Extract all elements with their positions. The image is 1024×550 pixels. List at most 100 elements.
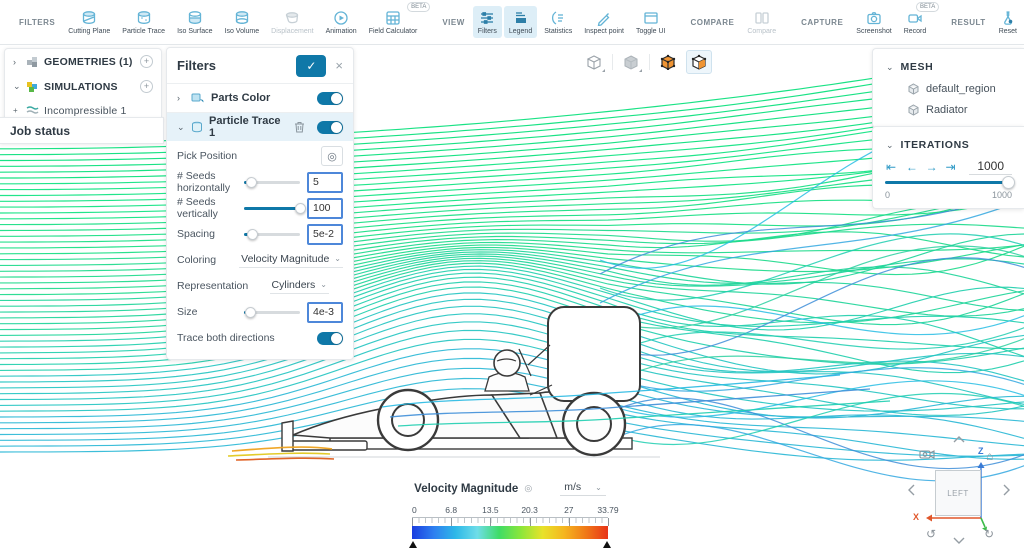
toolbar-section: COMPARE Compare — [684, 6, 783, 38]
add-simulation-button[interactable]: + — [140, 80, 153, 93]
sidebar-item-geometries[interactable]: › GEOMETRIES (1) + — [5, 49, 161, 74]
toolbar-button-displacement[interactable]: Displacement — [266, 6, 318, 38]
toolbar-button-label: Iso Volume — [225, 28, 260, 35]
legend-title: Velocity Magnitude — [414, 483, 518, 495]
seeds-vertically-slider[interactable] — [244, 207, 300, 210]
size-row: Size 4e-3 — [177, 299, 343, 325]
range-marker-max[interactable] — [603, 541, 611, 548]
x-axis-label: X — [913, 512, 919, 522]
mesh-item-default-region[interactable]: default_region — [873, 78, 1024, 99]
info-icon[interactable]: ◎ — [524, 483, 532, 494]
filter-row-particle-trace[interactable]: ⌄ Particle Trace 1 — [167, 113, 353, 141]
sidebar-item-simulations[interactable]: ⌄ SIMULATIONS + — [5, 74, 161, 99]
chevron-down-icon[interactable]: ⌄ — [177, 122, 185, 133]
spacing-label: Spacing — [177, 228, 244, 240]
toolbar-button-reset[interactable]: Reset — [994, 6, 1022, 38]
spacing-slider[interactable] — [244, 233, 300, 236]
iteration-value-input[interactable]: 1000 — [969, 159, 1012, 175]
toolbar-button-legend[interactable]: Legend — [504, 6, 537, 38]
iterations-header[interactable]: ⌄ ITERATIONS — [885, 134, 1012, 156]
cube-icon — [908, 104, 919, 116]
toolbar-button-iso-surface[interactable]: Iso Surface — [172, 6, 217, 38]
range-marker-min[interactable] — [409, 541, 417, 548]
particle-trace-icon — [136, 9, 152, 26]
trace-both-directions-toggle[interactable] — [317, 332, 343, 345]
rotate-ccw-icon[interactable]: ↺ — [926, 527, 936, 541]
toolbar-button-label: Particle Trace — [122, 28, 165, 35]
iterations-panel: ⌄ ITERATIONS ⇤ ← → ⇥ 1000 0 1000 — [872, 126, 1024, 209]
coloring-value: Velocity Magnitude — [241, 253, 329, 265]
job-status-panel[interactable]: Job status — [0, 117, 164, 144]
toolbar-button-statistics[interactable]: Statistics — [539, 6, 577, 38]
render-mode-wireframe-button[interactable] — [581, 50, 607, 74]
unit-value: m/s — [564, 481, 581, 493]
chevron-down-icon: ⌄ — [886, 140, 894, 151]
particle-trace-label: Particle Trace 1 — [209, 115, 288, 139]
mesh-header[interactable]: ⌄ MESH — [873, 56, 1024, 78]
render-mode-translucent-button[interactable] — [686, 50, 712, 74]
home-icon[interactable]: ⌂ — [986, 449, 993, 463]
pick-position-button[interactable]: ◎ — [321, 146, 343, 166]
size-input[interactable]: 4e-3 — [307, 302, 343, 323]
toolbar-button-inspect-point[interactable]: Inspect point — [579, 6, 629, 38]
toolbar-button-compare[interactable]: Compare — [742, 6, 781, 38]
unit-dropdown[interactable]: m/s ⌄ — [560, 481, 606, 496]
last-iteration-button[interactable]: ⇥ — [945, 160, 965, 174]
cutting-plane-icon — [81, 9, 97, 26]
expand-icon[interactable]: + — [13, 106, 21, 115]
size-slider[interactable] — [244, 311, 300, 314]
toolbar-button-animation[interactable]: Animation — [321, 6, 362, 38]
tick-label: 27 — [564, 505, 573, 515]
previous-iteration-button[interactable]: ← — [906, 160, 926, 174]
view-cube-face[interactable]: LEFT — [935, 470, 981, 516]
seeds-horizontally-input[interactable]: 5 — [307, 172, 343, 193]
particle-trace-toggle[interactable] — [317, 121, 343, 134]
toolbar-button-label: Screenshot — [856, 28, 891, 35]
toolbar-button-label: Toggle UI — [636, 28, 666, 35]
z-axis-label: Z — [978, 446, 984, 456]
scene-tree-panel: › GEOMETRIES (1) + ⌄ SIMULATIONS + + Inc… — [4, 48, 162, 123]
next-iteration-button[interactable]: → — [926, 160, 946, 174]
toolbar-button-record[interactable]: BETARecord — [899, 6, 932, 38]
toolbar-button-label: Record — [904, 28, 927, 35]
render-mode-surface-button[interactable] — [618, 50, 644, 74]
close-icon[interactable]: × — [335, 58, 343, 73]
spacing-input[interactable]: 5e-2 — [307, 224, 343, 245]
mesh-item-radiator[interactable]: Radiator — [873, 99, 1024, 120]
first-iteration-button[interactable]: ⇤ — [886, 160, 906, 174]
parts-color-toggle[interactable] — [317, 92, 343, 105]
chevron-right-icon[interactable]: › — [13, 57, 21, 67]
chevron-right-icon[interactable]: › — [177, 93, 185, 103]
seeds-horizontally-slider[interactable] — [244, 181, 300, 184]
toolbar-button-field-calculator[interactable]: BETAField Calculator — [364, 6, 423, 38]
toolbar-button-label: Compare — [747, 28, 776, 35]
filter-row-parts-color[interactable]: › Parts Color — [167, 84, 353, 112]
chevron-down-icon: ⌄ — [320, 280, 327, 289]
trash-icon[interactable] — [294, 121, 305, 133]
add-geometry-button[interactable]: + — [140, 55, 153, 68]
toolbar-button-screenshot[interactable]: Screenshot — [851, 6, 896, 38]
toolbar-section-label: COMPARE — [691, 18, 735, 27]
trace-both-directions-label: Trace both directions — [177, 332, 317, 344]
seeds-vertically-input[interactable]: 100 — [307, 198, 343, 219]
toolbar-button-toggle-ui[interactable]: Toggle UI — [631, 6, 671, 38]
apply-filters-button[interactable]: ✓ — [296, 55, 326, 77]
toolbar-button-filters[interactable]: Filters — [473, 6, 502, 38]
seeds-horizontally-row: # Seeds horizontally 5 — [177, 169, 343, 195]
toolbar-section-label: FILTERS — [19, 18, 55, 27]
tick-label: 13.5 — [482, 505, 499, 515]
chevron-down-icon[interactable]: ⌄ — [13, 81, 21, 92]
iterations-slider[interactable] — [885, 181, 1013, 184]
toolbar-button-iso-volume[interactable]: Iso Volume — [220, 6, 265, 38]
toolbar-section-label: RESULT — [951, 18, 985, 27]
rotate-cw-icon[interactable]: ↻ — [984, 527, 994, 541]
render-mode-surface-edges-button[interactable] — [655, 50, 681, 74]
toolbar-button-particle-trace[interactable]: Particle Trace — [117, 6, 170, 38]
filters-icon — [479, 9, 495, 26]
toolbar-button-cutting-plane[interactable]: Cutting Plane — [63, 6, 115, 38]
seeds-horizontally-label: # Seeds horizontally — [177, 170, 244, 194]
field-calculator-icon — [385, 9, 401, 26]
representation-dropdown[interactable]: Cylinders ⌄ — [270, 279, 329, 294]
compare-icon — [754, 9, 770, 26]
coloring-dropdown[interactable]: Velocity Magnitude ⌄ — [239, 253, 343, 268]
